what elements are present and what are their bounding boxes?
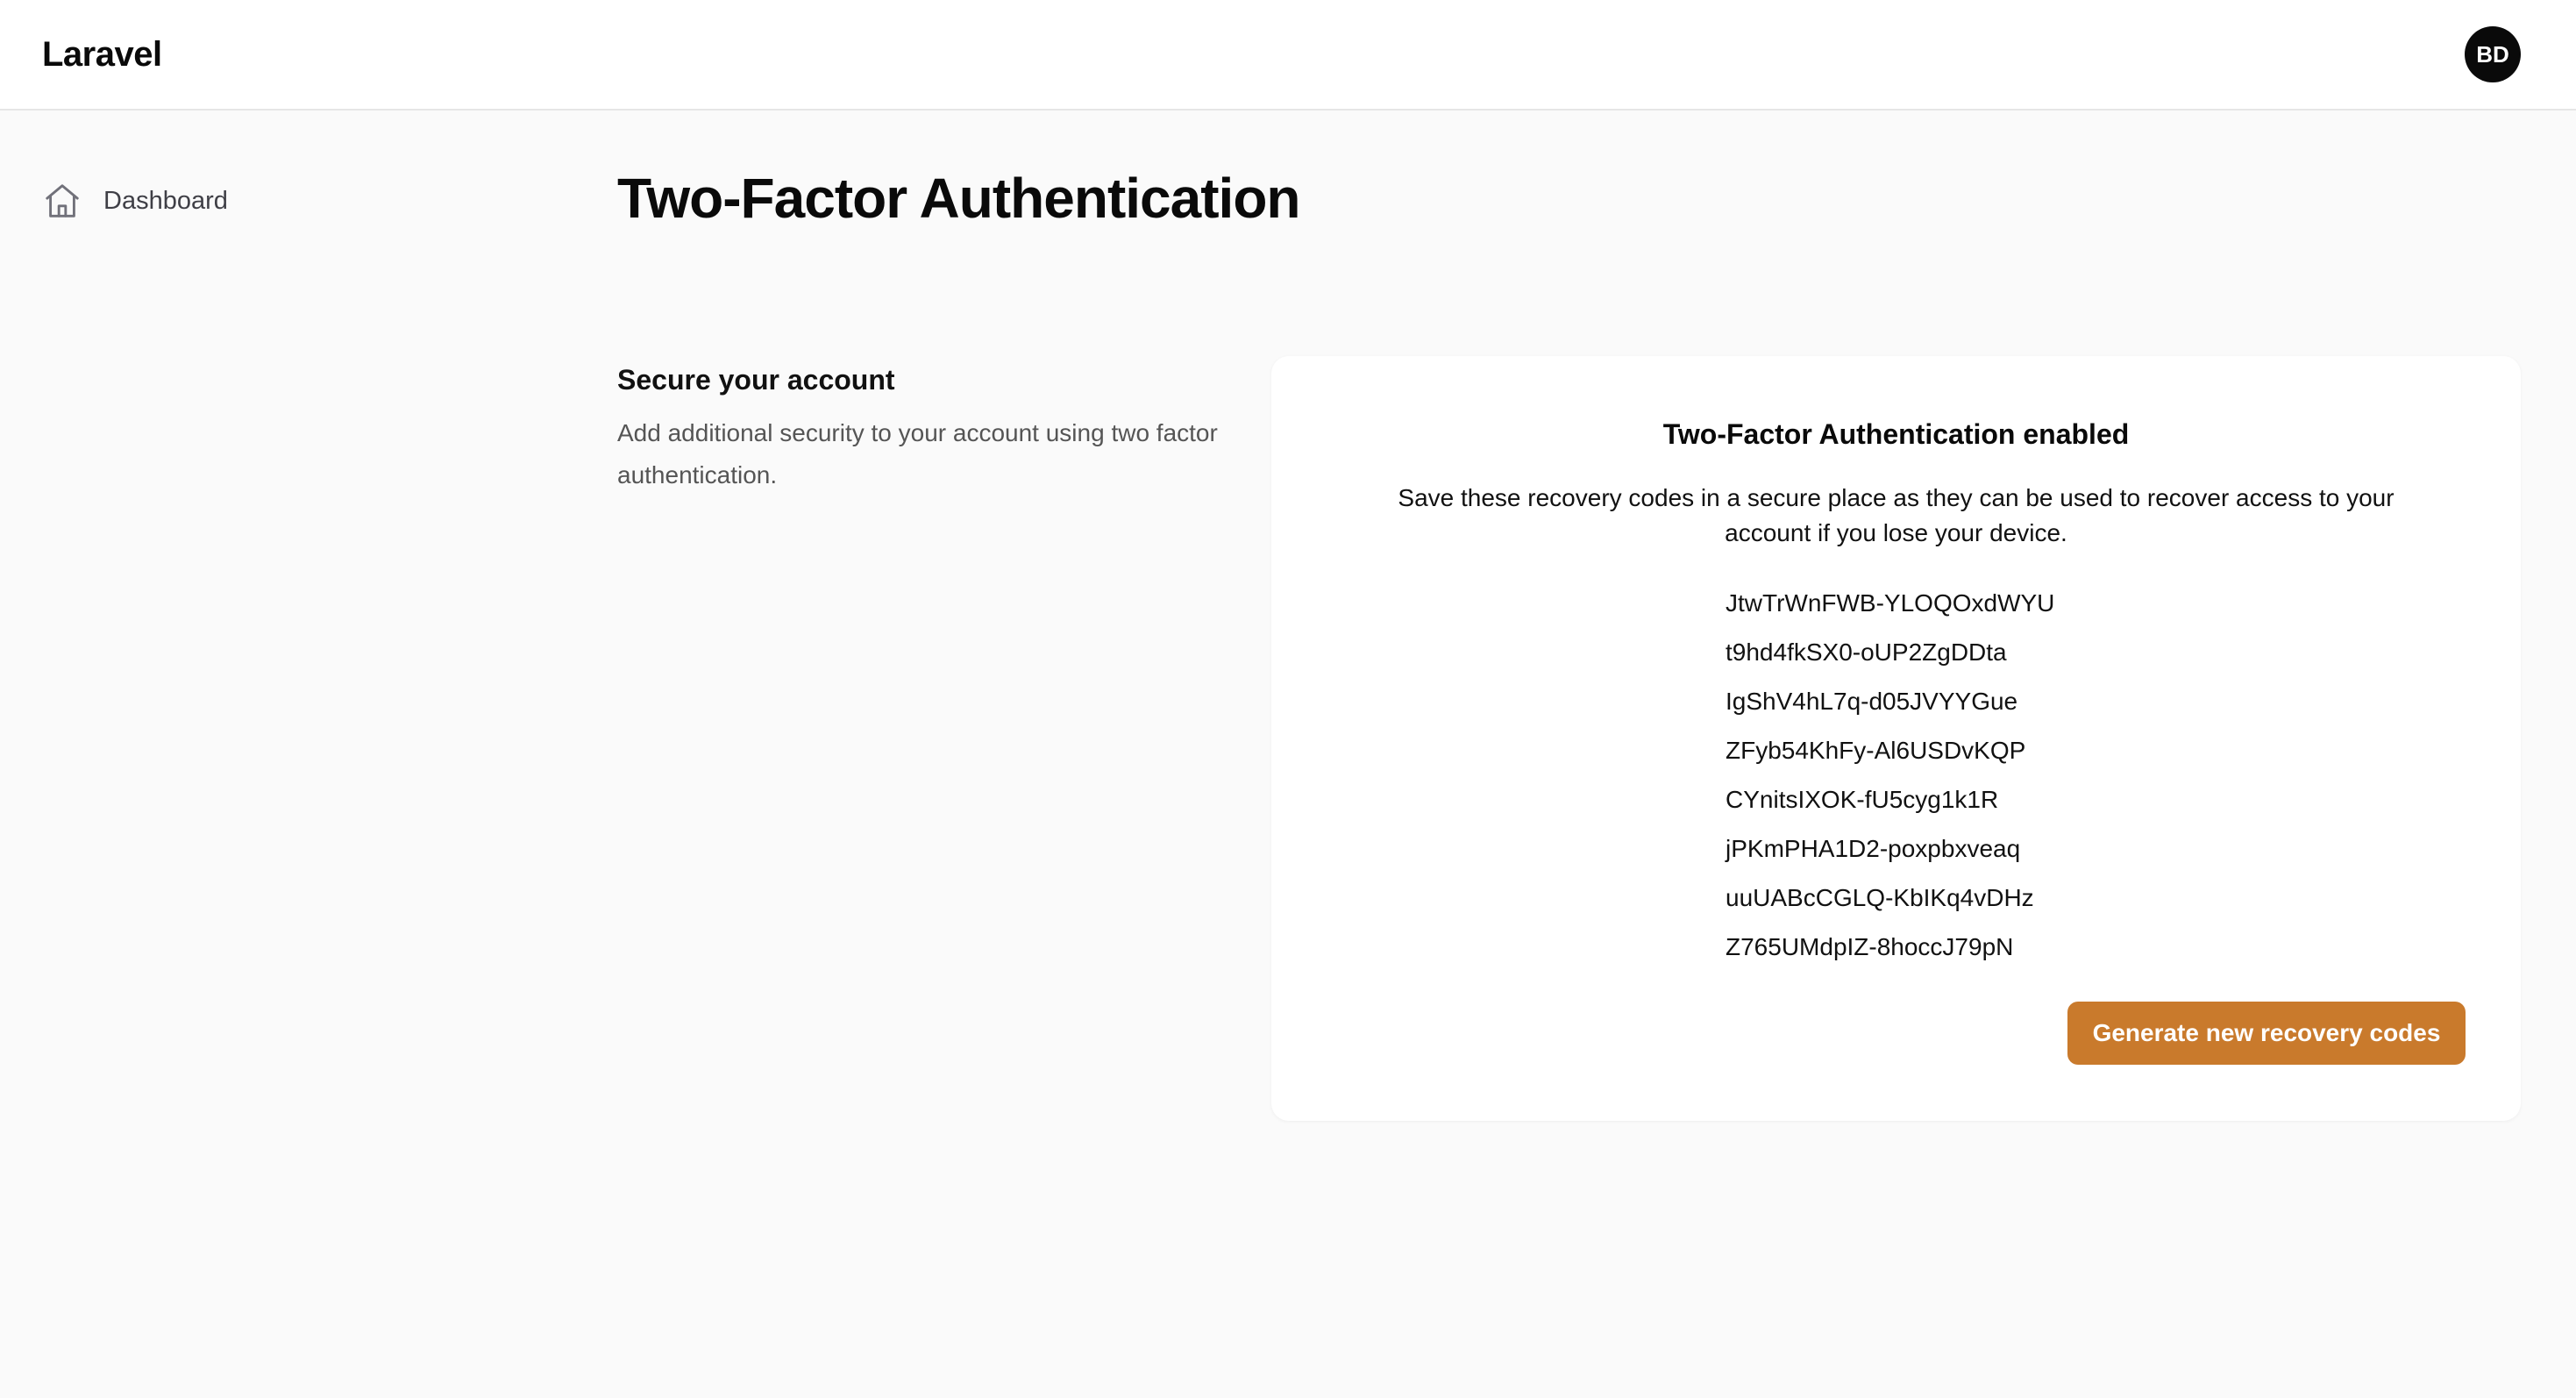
recovery-codes-list: JtwTrWnFWB-YLOQOxdWYU t9hd4fkSX0-oUP2ZgD… [1726,579,2054,972]
card-description: Save these recovery codes in a secure pl… [1398,484,2395,546]
sidebar-item-dashboard[interactable]: Dashboard [42,179,228,223]
recovery-code: IgShV4hL7q-d05JVYYGue [1726,688,2018,715]
generate-recovery-codes-button[interactable]: Generate new recovery codes [2067,1002,2466,1065]
recovery-code: Z765UMdpIZ-8hoccJ79pN [1726,933,2014,960]
brand-logo[interactable]: Laravel [42,32,162,77]
recovery-code: CYnitsIXOK-fU5cyg1k1R [1726,786,1999,813]
recovery-code: t9hd4fkSX0-oUP2ZgDDta [1726,638,2007,666]
recovery-code: ZFyb54KhFy-Al6USDvKQP [1726,737,2026,764]
card-title: Two-Factor Authentication enabled [1662,418,2130,450]
section-description: Add additional security to your account … [617,419,1218,489]
section-title: Secure your account [617,364,895,396]
home-icon [46,184,79,218]
sidebar-item-label: Dashboard [103,186,228,215]
page-title: Two-Factor Authentication [617,167,1300,230]
top-navigation-bar: Laravel BD [0,0,2576,111]
user-avatar[interactable]: BD [2465,26,2521,82]
recovery-code: JtwTrWnFWB-YLOQOxdWYU [1726,589,2055,617]
recovery-code: uuUABcCGLQ-KbIKq4vDHz [1726,884,2034,911]
recovery-code: jPKmPHA1D2-poxpbxveaq [1726,835,2021,862]
two-factor-card: Two-Factor Authentication enabled Save t… [1271,356,2521,1121]
